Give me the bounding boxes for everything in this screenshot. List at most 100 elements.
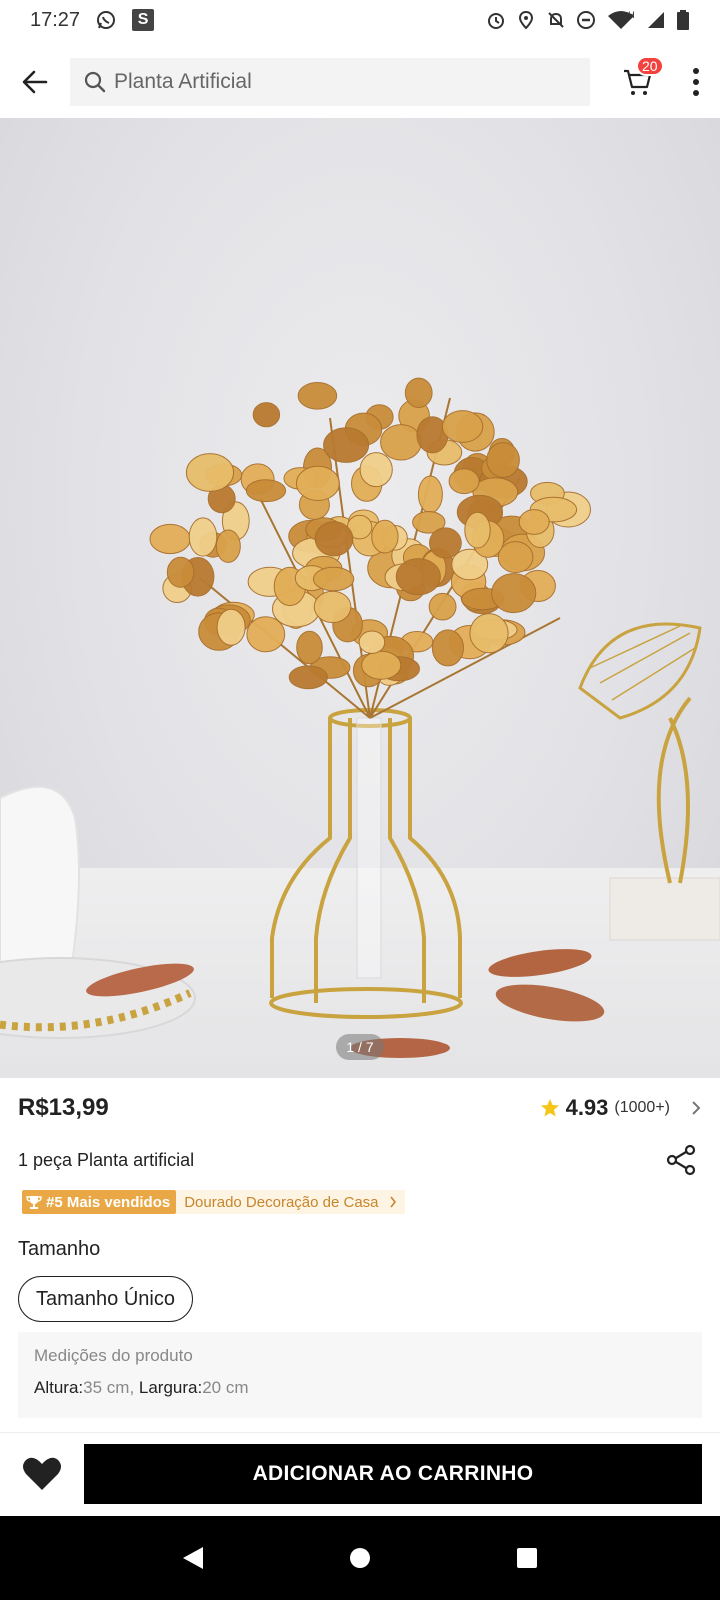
cart-button[interactable]: 20 xyxy=(602,52,672,112)
gold-leaf xyxy=(448,468,480,495)
gold-leaf xyxy=(312,566,355,592)
gold-leaf xyxy=(441,410,484,443)
gold-leaf xyxy=(288,665,328,690)
height-value: 35 cm xyxy=(83,1378,130,1397)
location-icon xyxy=(516,10,536,30)
best-seller-ranking[interactable]: #5 Mais vendidos Dourado Decoração de Ca… xyxy=(22,1190,405,1214)
image-counter: 1 / 7 xyxy=(336,1034,384,1060)
gold-leaf xyxy=(216,608,246,646)
best-seller-rank: #5 Mais vendidos xyxy=(46,1193,171,1211)
gold-leaf xyxy=(185,453,235,492)
product-photo xyxy=(0,377,720,1058)
alarm-icon xyxy=(486,10,506,30)
product-title: 1 peça Planta artificial xyxy=(18,1149,195,1170)
title-row: 1 peça Planta artificial xyxy=(18,1140,702,1180)
gold-leaf xyxy=(245,479,287,503)
gold-leaf xyxy=(188,517,218,557)
back-button[interactable] xyxy=(0,52,70,112)
notifications-off-icon xyxy=(546,10,566,30)
search-input[interactable]: Planta Artificial xyxy=(70,58,590,106)
rating-count: (1000+) xyxy=(614,1099,670,1116)
network-type-label: H xyxy=(628,11,635,21)
share-button[interactable] xyxy=(662,1140,702,1180)
star-icon xyxy=(540,1099,559,1117)
product-image-gallery[interactable]: 1 / 7 xyxy=(0,118,720,1078)
system-home-button[interactable] xyxy=(330,1528,390,1588)
width-value: 20 cm xyxy=(202,1378,249,1397)
gold-leaf xyxy=(429,527,462,559)
gold-leaves xyxy=(149,377,592,690)
size-option-one-size[interactable]: Tamanho Único xyxy=(18,1276,193,1322)
width-label: Largura: xyxy=(138,1378,203,1397)
s-app-icon: S xyxy=(132,9,155,31)
gold-leaf xyxy=(380,424,422,461)
height-label: Altura: xyxy=(34,1378,84,1397)
ranking-category: Dourado Decoração de Casa xyxy=(184,1193,379,1211)
bottom-action-bar: ADICIONAR AO CARRINHO xyxy=(0,1432,720,1514)
chevron-right-icon xyxy=(692,1101,701,1115)
gold-leaf xyxy=(246,616,286,653)
whatsapp-icon xyxy=(96,10,116,30)
measurements-separator: , xyxy=(129,1378,139,1397)
best-seller-badge: #5 Mais vendidos xyxy=(22,1190,177,1214)
wifi-icon: H xyxy=(606,10,636,30)
gold-leaf xyxy=(252,402,281,428)
back-arrow-icon xyxy=(22,70,48,94)
measurements-title: Medições do produto xyxy=(34,1346,193,1365)
cart-count-badge: 20 xyxy=(636,56,664,76)
gold-leaf xyxy=(361,650,402,680)
gold-leaf xyxy=(497,541,534,574)
gold-leaf xyxy=(149,523,191,555)
heart-icon xyxy=(23,1457,61,1490)
rating-value: 4.93 xyxy=(565,1095,609,1120)
gold-leaf xyxy=(297,382,338,410)
product-measurements: Medições do produto Altura:35 cm, Largur… xyxy=(18,1332,702,1418)
signal-icon xyxy=(646,10,666,30)
gold-leaf xyxy=(166,556,195,588)
size-label: Tamanho xyxy=(18,1238,101,1260)
ranking-category-link[interactable]: Dourado Decoração de Casa xyxy=(176,1190,405,1214)
trophy-icon xyxy=(26,1196,42,1209)
gold-leaf xyxy=(469,613,509,654)
gold-leaf xyxy=(215,529,241,563)
triangle-back-icon xyxy=(183,1547,204,1569)
gold-leaf xyxy=(314,521,354,557)
gold-leaf xyxy=(404,377,433,408)
do-not-disturb-icon xyxy=(576,10,596,30)
status-time: 17:27 xyxy=(30,8,81,31)
gold-leaf xyxy=(371,519,399,554)
system-recents-button[interactable] xyxy=(497,1528,557,1588)
gold-leaf xyxy=(428,592,457,621)
status-bar: 17:27 S H xyxy=(0,0,720,40)
gold-leaf xyxy=(417,475,443,514)
add-to-cart-button[interactable]: ADICIONAR AO CARRINHO xyxy=(84,1443,702,1504)
gold-leaf xyxy=(359,452,393,488)
battery-icon xyxy=(676,10,690,30)
square-recents-icon xyxy=(516,1548,537,1568)
search-icon xyxy=(84,71,106,93)
rating-summary[interactable]: 4.93 (1000+) xyxy=(540,1095,702,1121)
more-options-button[interactable] xyxy=(676,52,716,112)
search-query-text: Planta Artificial xyxy=(114,70,252,93)
product-price: R$13,99 xyxy=(18,1094,109,1121)
gold-leaf xyxy=(486,442,520,478)
gold-leaf xyxy=(358,630,386,654)
gold-leaf xyxy=(518,509,550,535)
top-nav: Planta Artificial 20 xyxy=(0,52,720,112)
chevron-right-icon xyxy=(389,1196,396,1208)
gold-leaf xyxy=(395,558,441,596)
gold-leaf xyxy=(323,427,370,463)
gold-leaf xyxy=(313,590,352,624)
share-icon xyxy=(666,1144,696,1176)
gold-leaf xyxy=(491,573,537,614)
system-back-button[interactable] xyxy=(163,1528,223,1588)
wishlist-button[interactable] xyxy=(0,1444,84,1504)
price-row: R$13,99 4.93 (1000+) xyxy=(18,1092,702,1124)
gold-leaf xyxy=(296,630,323,665)
system-navigation-bar xyxy=(0,1516,720,1600)
gold-leaf xyxy=(295,465,340,501)
more-vertical-icon xyxy=(693,68,699,96)
circle-home-icon xyxy=(349,1548,370,1568)
measurements-values: Altura:35 cm, Largura:20 cm xyxy=(34,1378,686,1398)
gold-leaf xyxy=(464,511,491,549)
